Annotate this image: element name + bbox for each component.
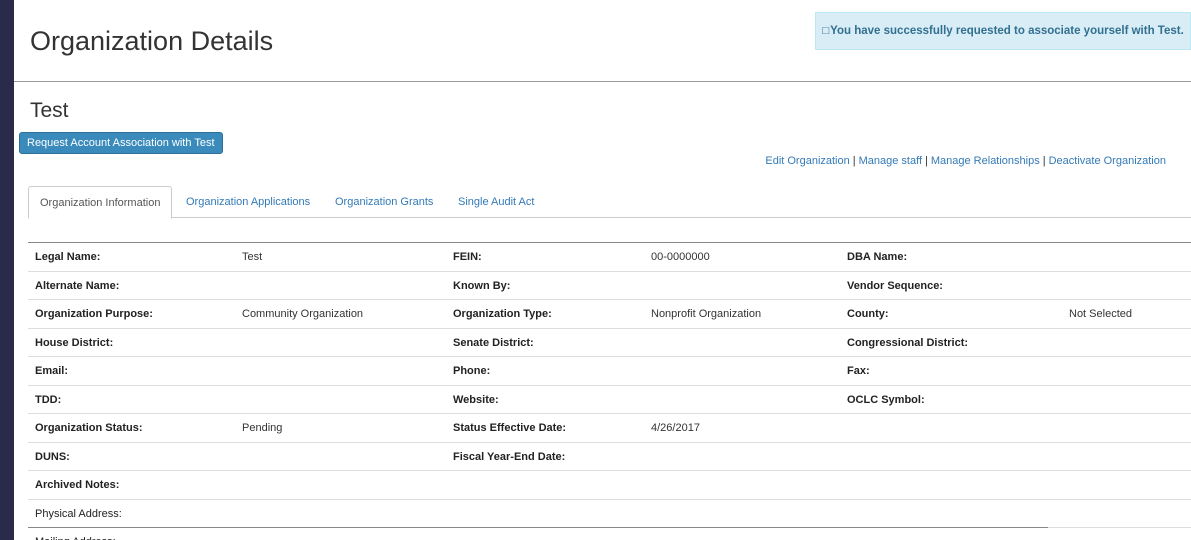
field-label: OCLC Symbol: [847, 393, 925, 406]
field-label: Vendor Sequence: [847, 279, 943, 292]
action-separator: | [852, 155, 856, 167]
mailing-address-label: Mailing Address: [35, 528, 116, 540]
field-label: Organization Purpose: [35, 308, 153, 320]
field-label: DUNS: [35, 450, 70, 463]
field-value: Test [242, 251, 263, 263]
title-divider [14, 81, 1191, 82]
field-label: FEIN: [453, 251, 482, 263]
field-label: Legal Name: [35, 251, 101, 263]
organization-info-table: Legal Name: Test FEIN: 00-0000000 DBA Na… [28, 242, 1191, 540]
field-label: Organization Type: [453, 308, 552, 320]
field-label: Senate District: [453, 336, 534, 349]
success-alert: □ You have successfully requested to ass… [815, 12, 1191, 50]
field-value: 00-0000000 [651, 251, 710, 263]
field-label: Email: [35, 365, 69, 377]
alert-message: You have successfully requested to assoc… [830, 25, 1184, 37]
request-association-button[interactable]: Request Account Association with Test [19, 132, 223, 154]
physical-address-row: Physical Address: [28, 500, 1191, 528]
field-label: TDD: [35, 393, 62, 406]
field-label: Fiscal Year-End Date: [453, 450, 566, 463]
physical-address-label: Physical Address: [35, 507, 122, 520]
field-value: Not Selected [1069, 308, 1132, 320]
field-value: Nonprofit Organization [651, 308, 762, 320]
info-row: DUNS: Fiscal Year-End Date: [28, 443, 1191, 471]
info-row: Alternate Name: Known By: Vendor Sequenc… [28, 272, 1191, 300]
tab-single-audit-act[interactable]: Single Audit Act [458, 186, 534, 218]
field-label: Status Effective Date: [453, 422, 567, 434]
action-separator: | [925, 155, 928, 167]
tab-organization-applications[interactable]: Organization Applications [186, 186, 310, 218]
organization-details-page: Organization Details □ You have successf… [14, 0, 1191, 540]
tab-organization-information[interactable]: Organization Information [28, 186, 173, 219]
field-label: Website: [453, 393, 499, 406]
field-label: Alternate Name: [35, 279, 120, 292]
field-label: Known By: [453, 279, 511, 292]
field-label: DBA Name: [847, 251, 908, 263]
manage-staff-link[interactable]: Manage staff [859, 155, 922, 167]
field-label: House District: [35, 336, 114, 349]
info-row: TDD: Website: OCLC Symbol: [28, 386, 1191, 414]
field-label: Archived Notes: [35, 479, 120, 491]
info-row: Organization Purpose: Community Organiza… [28, 300, 1191, 329]
field-label: Phone: [453, 365, 491, 377]
field-value: Community Organization [242, 308, 364, 320]
organization-name: Test [30, 99, 69, 122]
mailing-address-row: Mailing Address: [28, 528, 1191, 540]
action-separator: | [1042, 155, 1046, 167]
info-row: Email: Phone: Fax: [28, 357, 1191, 386]
organization-actions: Edit Organization | Manage staff | Manage Re… [765, 155, 1166, 167]
tab-organization-grants[interactable]: Organization Grants [335, 186, 433, 218]
deactivate-organization-link[interactable]: Deactivate Organization [1049, 155, 1166, 167]
field-value: 4/26/2017 [651, 422, 700, 434]
field-label: Organization Status: [35, 422, 143, 434]
field-label: Congressional District: [847, 336, 969, 349]
info-row: Organization Status: Pending Status Effe… [28, 414, 1191, 443]
info-icon: □ [822, 25, 830, 37]
page-title: Organization Details [30, 26, 274, 56]
field-label: Fax: [847, 365, 870, 377]
field-value: Pending [242, 422, 283, 434]
info-row: Legal Name: Test FEIN: 00-0000000 DBA Na… [28, 243, 1191, 272]
tab-bar: Organization Information Organization Ap… [28, 186, 1191, 219]
manage-relationships-link[interactable]: Manage Relationships [931, 155, 1040, 167]
field-label: County: [847, 308, 889, 320]
info-row: House District: Senate District: Congres… [28, 329, 1191, 357]
edit-organization-link[interactable]: Edit Organization [765, 155, 849, 167]
info-row: Archived Notes: [28, 471, 1191, 500]
